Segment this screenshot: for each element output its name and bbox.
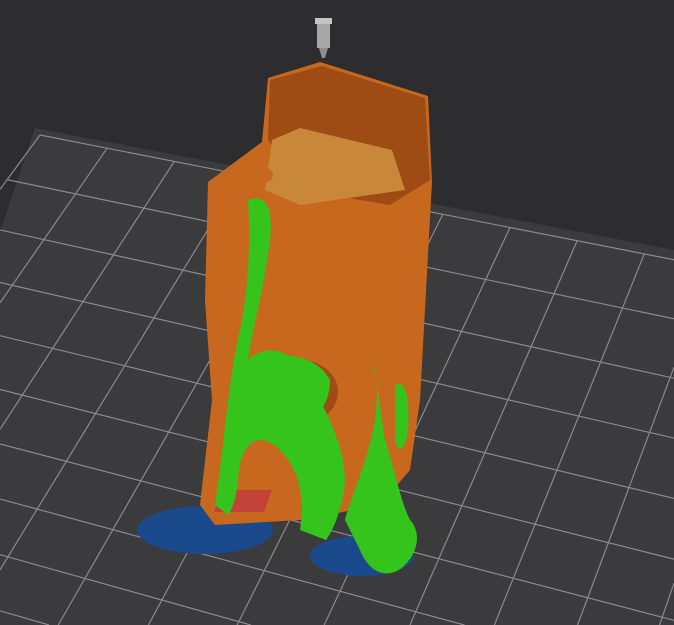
nozzle-icon [315,18,332,58]
3d-preview-viewport[interactable] [0,0,674,625]
scene [0,18,674,625]
